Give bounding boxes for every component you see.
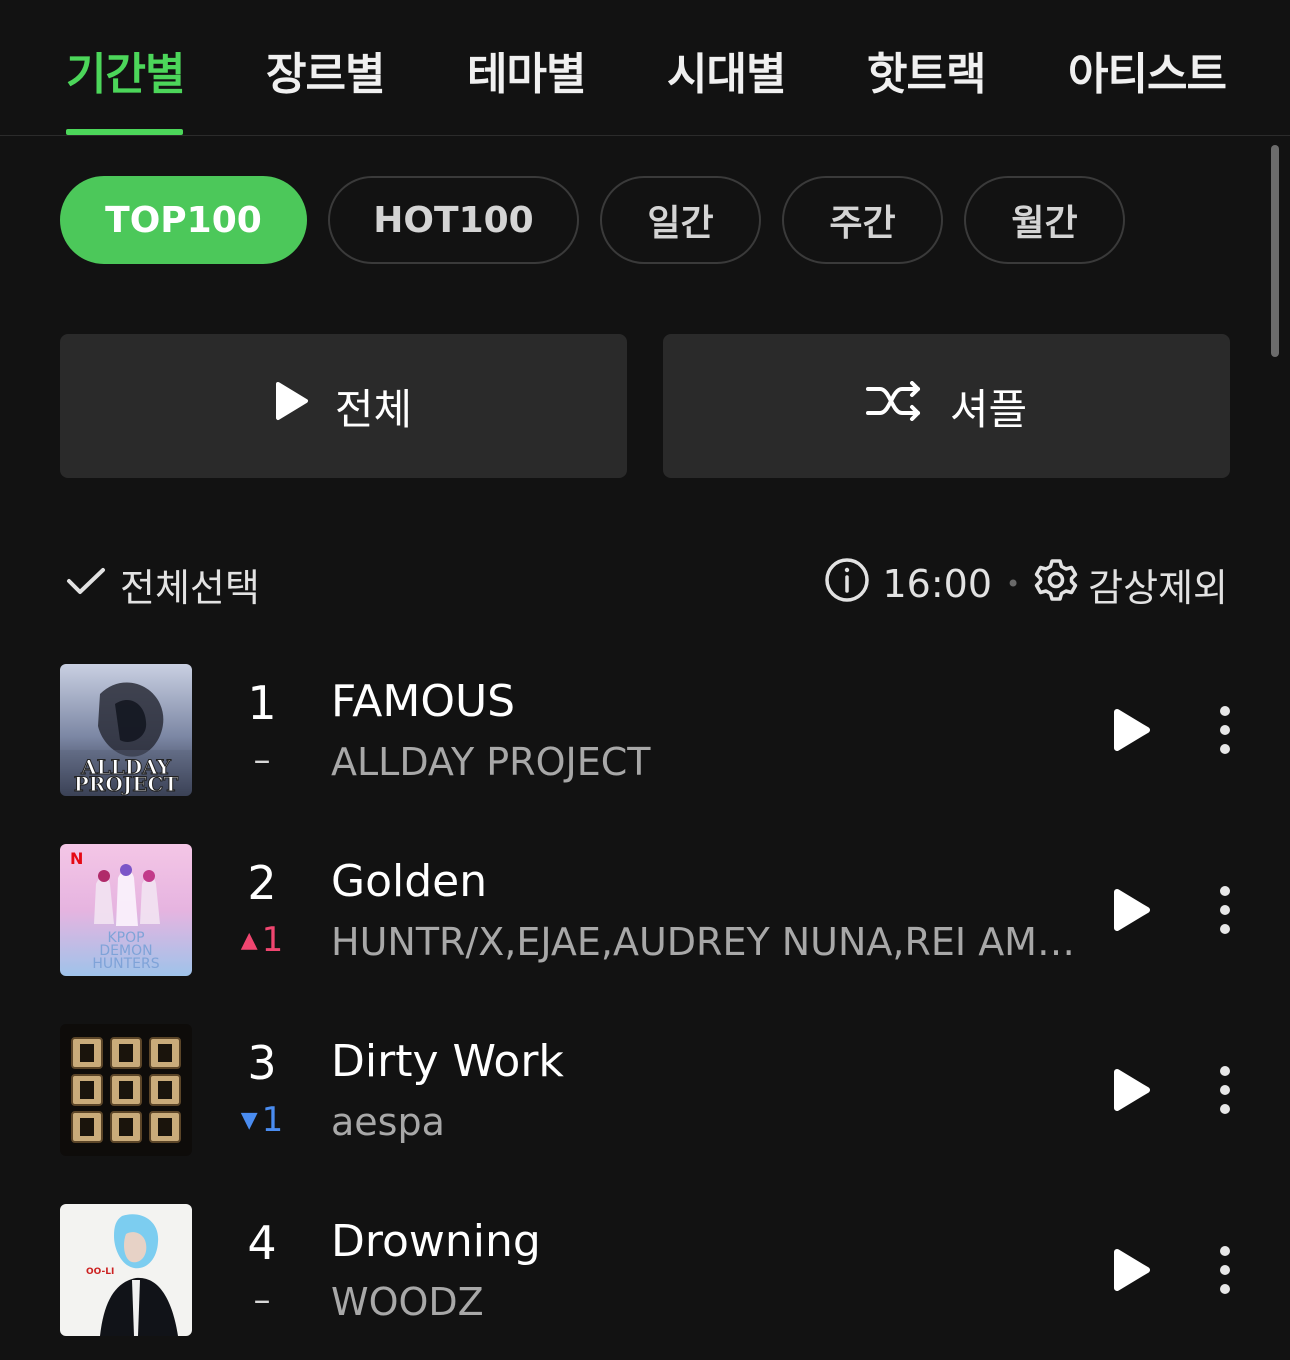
rank-number: 3 [247, 1036, 277, 1090]
album-cover [60, 1024, 192, 1156]
album-cover: OO-LI [60, 1204, 192, 1336]
play-icon [275, 381, 309, 431]
rank-change-value: 1 [261, 920, 284, 960]
play-icon[interactable] [1112, 708, 1156, 752]
category-tabs: 기간별 장르별 테마별 시대별 핫트랙 아티스트 [0, 0, 1290, 136]
active-tab-indicator [66, 129, 183, 135]
song-artist: ALLDAY PROJECT [331, 740, 651, 784]
play-icon[interactable] [1112, 1068, 1156, 1112]
more-vertical-icon[interactable] [1212, 884, 1238, 936]
song-row[interactable]: 3 ▼ 1 Dirty Work aespa [0, 1024, 1290, 1156]
gear-icon [1034, 558, 1078, 611]
tab-era[interactable]: 시대별 [667, 38, 786, 102]
rank-up-icon: ▲ [240, 927, 258, 953]
chip-monthly[interactable]: 월간 [964, 176, 1125, 264]
play-all-button[interactable]: 전체 [60, 334, 627, 478]
update-time: 16:00 [882, 562, 992, 606]
rank-change: – [222, 1280, 302, 1320]
rank-change: – [222, 740, 302, 780]
tab-hottrack[interactable]: 핫트랙 [867, 38, 986, 102]
album-cover: ALLDAY PROJECT [60, 664, 192, 796]
exclude-button[interactable]: 감상제외 [1034, 557, 1228, 612]
song-title: Drowning [331, 1216, 541, 1267]
chart-info: 16:00 • 감상제외 [824, 556, 1228, 612]
song-row[interactable]: OO-LI 4 – Drowning WOODZ [0, 1204, 1290, 1336]
cover-text: PROJECT [74, 772, 179, 796]
play-icon[interactable] [1112, 888, 1156, 932]
song-title: Dirty Work [331, 1036, 564, 1087]
select-all-button[interactable]: 전체선택 [66, 556, 260, 612]
chip-weekly[interactable]: 주간 [782, 176, 943, 264]
rank-number: 2 [247, 856, 277, 910]
shuffle-label: 셔플 [949, 384, 1028, 434]
cover-text: OO-LI [86, 1267, 114, 1277]
scrollbar[interactable] [1271, 145, 1279, 357]
chip-daily[interactable]: 일간 [600, 176, 761, 264]
cover-text: HUNTERS [92, 956, 159, 972]
song-row[interactable]: N KPOP DEMON HUNTERS 2 ▲ 1 Golden HUNTR/X… [0, 844, 1290, 976]
song-artist: aespa [331, 1100, 445, 1144]
shuffle-button[interactable]: 셔플 [663, 334, 1230, 478]
exclude-label: 감상제외 [1088, 565, 1228, 610]
rank-down-icon: ▼ [240, 1107, 258, 1133]
tab-theme[interactable]: 테마별 [467, 38, 586, 102]
info-icon[interactable] [824, 557, 870, 612]
song-row[interactable]: ALLDAY PROJECT 1 – FAMOUS ALLDAY PROJECT [0, 664, 1290, 796]
tab-artist[interactable]: 아티스트 [1068, 38, 1227, 102]
rank-change-value: 1 [261, 1100, 284, 1140]
tab-period[interactable]: 기간별 [66, 38, 185, 102]
album-cover: N KPOP DEMON HUNTERS [60, 844, 192, 976]
chart-page: 기간별 장르별 테마별 시대별 핫트랙 아티스트 TOP100 HOT100 일… [0, 0, 1290, 1360]
song-title: FAMOUS [331, 676, 516, 727]
rank-change-value: – [253, 740, 271, 780]
more-vertical-icon[interactable] [1212, 1064, 1238, 1116]
rank-change-value: – [253, 1280, 271, 1320]
separator-dot: • [1006, 570, 1021, 598]
song-title: Golden [331, 856, 488, 907]
rank-number: 1 [247, 676, 277, 730]
more-vertical-icon[interactable] [1212, 1244, 1238, 1296]
play-icon[interactable] [1112, 1248, 1156, 1292]
chip-hot100[interactable]: HOT100 [328, 176, 579, 264]
play-all-label: 전체 [334, 384, 413, 434]
more-vertical-icon[interactable] [1212, 704, 1238, 756]
select-all-label: 전체선택 [120, 565, 260, 610]
rank-change: ▼ 1 [222, 1100, 302, 1140]
song-artist: HUNTR/X,EJAE,AUDREY NUNA,REI AMI... [331, 920, 1081, 964]
shuffle-icon [865, 381, 924, 431]
chip-top100[interactable]: TOP100 [60, 176, 307, 264]
song-artist: WOODZ [331, 1280, 484, 1324]
checkmark-icon [66, 562, 106, 606]
rank-change: ▲ 1 [222, 920, 302, 960]
rank-number: 4 [247, 1216, 277, 1270]
cover-text: N [70, 849, 83, 868]
tab-genre[interactable]: 장르별 [266, 38, 385, 102]
